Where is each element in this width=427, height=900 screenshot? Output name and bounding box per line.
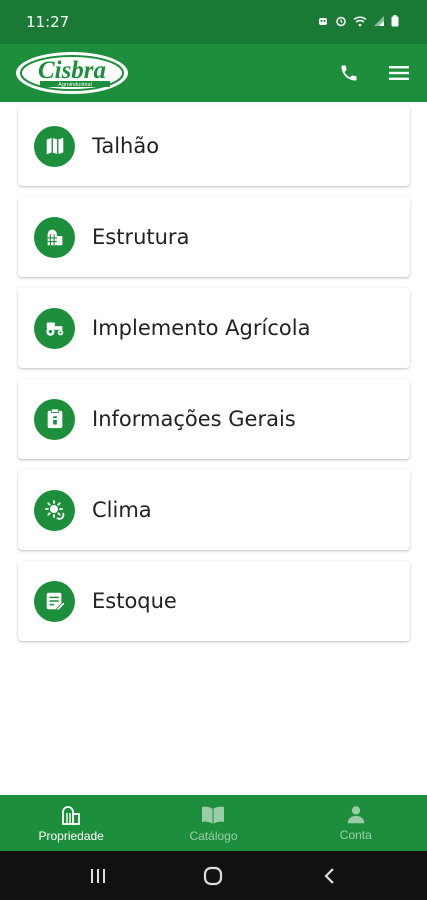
home-icon[interactable]: [198, 861, 228, 891]
menu-item-clima[interactable]: Clima: [18, 470, 410, 550]
person-icon: [347, 806, 365, 824]
menu-item-label: Estrutura: [92, 225, 190, 249]
signal-icon: [373, 15, 385, 30]
phone-icon[interactable]: [337, 61, 361, 85]
menu-item-label: Estoque: [92, 589, 177, 613]
app-bar: Cisbra Agroindustrial: [0, 44, 427, 102]
recent-apps-icon[interactable]: [83, 861, 113, 891]
brand-logo: Cisbra Agroindustrial: [14, 50, 130, 96]
menu-item-implemento-agricola[interactable]: Implemento Agrícola: [18, 288, 410, 368]
book-icon: [202, 806, 225, 824]
system-nav-bar: [0, 851, 427, 900]
nav-label: Catálogo: [189, 829, 238, 843]
nav-item-propriedade[interactable]: Propriedade: [0, 795, 142, 851]
tractor-icon: [34, 307, 75, 349]
menu-item-label: Informações Gerais: [92, 407, 296, 431]
nav-label: Conta: [339, 828, 372, 842]
back-icon[interactable]: [314, 861, 344, 891]
silo-icon: [62, 806, 81, 825]
menu-list: Talhão Estrutura Implemento Agrícola Inf…: [18, 106, 410, 652]
nav-item-catalogo[interactable]: Catálogo: [142, 795, 284, 851]
menu-item-estoque[interactable]: Estoque: [18, 561, 410, 641]
inventory-icon: [34, 580, 75, 622]
status-time: 11:27: [26, 13, 70, 31]
svg-text:Agroindustrial: Agroindustrial: [58, 82, 92, 88]
menu-item-label: Clima: [92, 498, 152, 522]
menu-item-talhao[interactable]: Talhão: [18, 106, 410, 186]
menu-item-informacoes-gerais[interactable]: Informações Gerais: [18, 379, 410, 459]
clipboard-icon: [34, 398, 75, 440]
svg-text:Cisbra: Cisbra: [38, 57, 106, 84]
status-icons: [317, 14, 399, 30]
bottom-nav: Propriedade Catálogo Conta: [0, 795, 427, 851]
menu-item-estrutura[interactable]: Estrutura: [18, 197, 410, 277]
alarm-icon: [335, 15, 347, 30]
menu-item-label: Implemento Agrícola: [92, 316, 311, 340]
map-icon: [34, 125, 75, 167]
menu-icon[interactable]: [387, 61, 411, 85]
wifi-icon: [353, 15, 367, 30]
weather-icon: [34, 489, 75, 531]
battery-icon: [391, 14, 399, 30]
status-bar: 11:27: [0, 0, 427, 44]
nav-label: Propriedade: [38, 829, 104, 843]
nav-item-conta[interactable]: Conta: [285, 795, 427, 851]
android-icon: [317, 15, 329, 30]
silo-icon: [34, 216, 75, 258]
menu-item-label: Talhão: [92, 134, 160, 158]
